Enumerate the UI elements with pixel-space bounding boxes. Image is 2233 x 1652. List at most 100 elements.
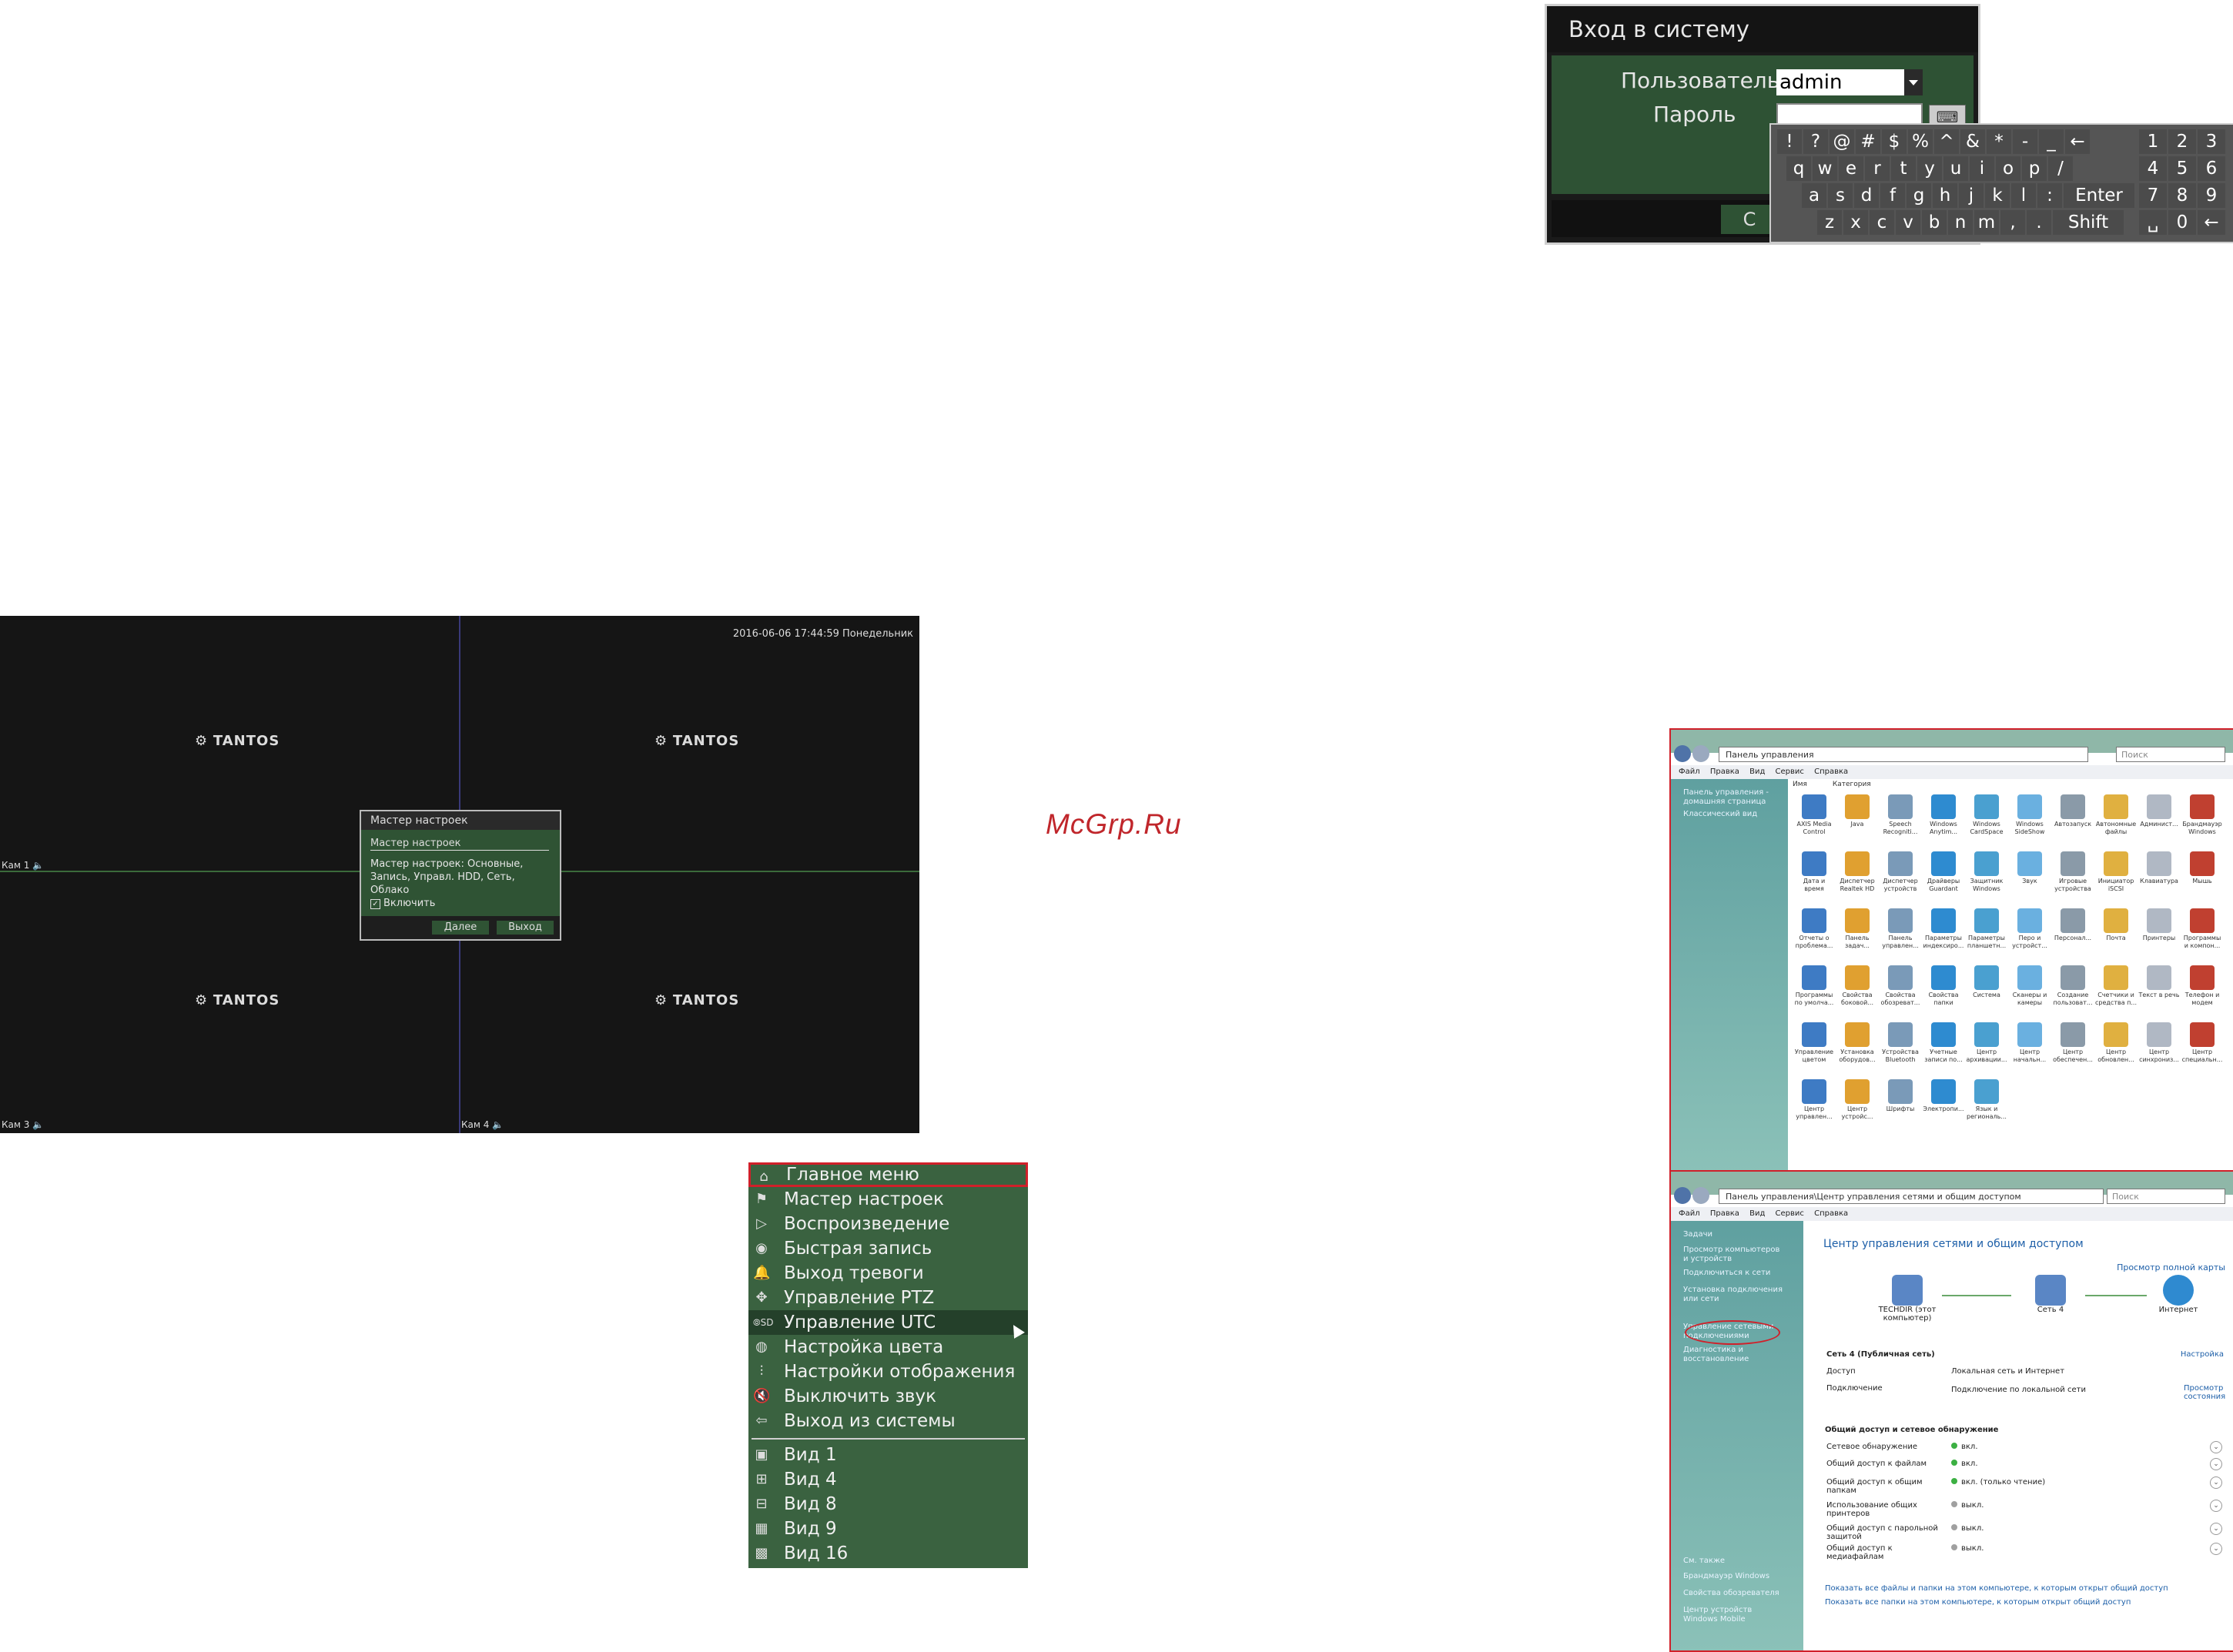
menu-item-utc[interactable]: ⦾SD Управление UTC — [748, 1310, 1028, 1335]
control-panel-item[interactable]: Персонал... — [2051, 908, 2094, 959]
control-panel-item[interactable]: Центр архивации... — [1965, 1022, 2008, 1073]
keyboard-key[interactable]: l — [2011, 183, 2036, 208]
sidebar-link[interactable]: Установка подключения или сети — [1683, 1286, 1783, 1304]
control-panel-item[interactable]: Шрифты — [1879, 1079, 1922, 1130]
keyboard-key[interactable]: # — [1856, 129, 1880, 154]
control-panel-item[interactable]: Брандмауэр Windows — [2181, 794, 2224, 845]
control-panel-item[interactable]: Windows CardSpace — [1965, 794, 2008, 845]
keyboard-key[interactable]: 5 — [2168, 156, 2196, 181]
control-panel-item[interactable]: Панель управлен... — [1879, 908, 1922, 959]
menu-item-view-4[interactable]: ⊞ Вид 4 — [748, 1467, 1028, 1492]
control-panel-item[interactable]: Звук — [2008, 851, 2051, 902]
control-panel-item[interactable]: Автономные файлы — [2094, 794, 2138, 845]
enable-checkbox[interactable]: ✓ Включить — [370, 898, 435, 909]
menu-item-setup-wizard[interactable]: ⚑ Мастер настроек — [748, 1187, 1028, 1212]
control-panel-item[interactable]: Свойства боковой... — [1836, 965, 1879, 1016]
menu-item-ptz[interactable]: ✥ Управление PTZ — [748, 1286, 1028, 1310]
keyboard-key[interactable]: 7 — [2139, 183, 2167, 208]
sidebar-link-classic-view[interactable]: Классический вид — [1683, 810, 1783, 819]
control-panel-item[interactable]: Телефон и модем — [2181, 965, 2224, 1016]
control-panel-item[interactable]: Система — [1965, 965, 2008, 1016]
menu-tools[interactable]: Сервис — [1776, 1209, 1804, 1218]
control-panel-item[interactable]: Учетные записи по... — [1922, 1022, 1965, 1073]
chevron-down-icon[interactable] — [1904, 69, 1923, 95]
address-bar[interactable]: Панель управления — [1719, 747, 2088, 762]
expand-chevron-icon[interactable]: ⌄ — [2210, 1500, 2222, 1512]
menu-item-view-8[interactable]: ⊟ Вид 8 — [748, 1492, 1028, 1517]
control-panel-item[interactable]: Диспетчер Realtek HD — [1836, 851, 1879, 902]
expand-chevron-icon[interactable]: ⌄ — [2210, 1476, 2222, 1489]
keyboard-key[interactable]: t — [1891, 156, 1916, 181]
control-panel-item[interactable]: Центр обеспечен... — [2051, 1022, 2094, 1073]
keyboard-key[interactable]: r — [1865, 156, 1890, 181]
control-panel-item[interactable]: Принтеры — [2138, 908, 2181, 959]
control-panel-item[interactable]: Параметры планшетн... — [1965, 908, 2008, 959]
menu-edit[interactable]: Правка — [1710, 767, 1739, 776]
menu-edit[interactable]: Правка — [1710, 1209, 1739, 1218]
control-panel-item[interactable]: AXIS Media Control — [1793, 794, 1836, 845]
sidebar-link[interactable]: Свойства обозревателя — [1683, 1589, 1783, 1598]
next-button[interactable]: Далее — [432, 921, 489, 935]
expand-chevron-icon[interactable]: ⌄ — [2210, 1543, 2222, 1555]
sidebar-link[interactable]: Просмотр компьютеров и устройств — [1683, 1246, 1783, 1264]
address-bar[interactable]: Панель управления\Центр управления сетям… — [1719, 1189, 2104, 1204]
back-arrow-icon[interactable] — [1674, 1187, 1691, 1204]
keyboard-key[interactable]: & — [1960, 129, 1985, 154]
keyboard-key[interactable]: 4 — [2139, 156, 2167, 181]
control-panel-item[interactable]: Сканеры и камеры — [2008, 965, 2051, 1016]
control-panel-item[interactable]: Текст в речь — [2138, 965, 2181, 1016]
keyboard-key[interactable]: w — [1813, 156, 1837, 181]
keyboard-key[interactable]: i — [1970, 156, 1994, 181]
keyboard-key[interactable]: _ — [2039, 129, 2064, 154]
keyboard-key[interactable]: Enter — [2064, 183, 2134, 208]
control-panel-item[interactable]: Программы по умолча... — [1793, 965, 1836, 1016]
menu-item-display[interactable]: ⫶ Настройки отображения — [748, 1359, 1028, 1384]
menu-item-mute[interactable]: 🔇 Выключить звук — [748, 1384, 1028, 1409]
keyboard-key[interactable]: 8 — [2168, 183, 2196, 208]
keyboard-key[interactable]: - — [2013, 129, 2037, 154]
keyboard-key[interactable]: ␣ — [2139, 210, 2167, 235]
control-panel-item[interactable]: Почта — [2094, 908, 2138, 959]
expand-chevron-icon[interactable]: ⌄ — [2210, 1458, 2222, 1470]
menu-item-logout[interactable]: ⇦ Выход из системы — [748, 1409, 1028, 1433]
sidebar-link-home[interactable]: Панель управления - домашняя страница — [1683, 788, 1783, 807]
menu-item-alarm-output[interactable]: 🔔 Выход тревоги — [748, 1261, 1028, 1286]
keyboard-key[interactable]: ? — [1803, 129, 1828, 154]
control-panel-item[interactable]: Центр устройс... — [1836, 1079, 1879, 1130]
control-panel-item[interactable]: Панель задач... — [1836, 908, 1879, 959]
keyboard-key[interactable]: x — [1843, 210, 1868, 235]
control-panel-item[interactable]: Диспетчер устройств — [1879, 851, 1922, 902]
menu-item-main-menu[interactable]: ⌂ Главное меню — [748, 1162, 1028, 1187]
expand-chevron-icon[interactable]: ⌄ — [2210, 1441, 2222, 1453]
keyboard-key[interactable]: ! — [1777, 129, 1802, 154]
control-panel-item[interactable]: Программы и компон... — [2181, 908, 2224, 959]
control-panel-item[interactable]: Перо и устройст... — [2008, 908, 2051, 959]
tab-name[interactable]: Имя — [1793, 781, 1807, 788]
keyboard-key[interactable]: ← — [2198, 210, 2225, 235]
control-panel-item[interactable]: Электропи... — [1922, 1079, 1965, 1130]
control-panel-item[interactable]: Язык и региональ... — [1965, 1079, 2008, 1130]
sidebar-link[interactable]: Центр устройств Windows Mobile — [1683, 1606, 1783, 1624]
keyboard-key[interactable]: @ — [1830, 129, 1854, 154]
menu-help[interactable]: Справка — [1814, 767, 1848, 776]
keyboard-key[interactable]: z — [1817, 210, 1842, 235]
keyboard-key[interactable]: g — [1907, 183, 1931, 208]
user-select[interactable]: admin — [1776, 69, 1923, 95]
keyboard-key[interactable]: 9 — [2198, 183, 2225, 208]
control-panel-item[interactable]: Установка оборудов... — [1836, 1022, 1879, 1073]
menu-item-quick-record[interactable]: ◉ Быстрая запись — [748, 1236, 1028, 1261]
menu-item-view-9[interactable]: ▦ Вид 9 — [748, 1517, 1028, 1541]
keyboard-key[interactable]: y — [1917, 156, 1942, 181]
full-map-link[interactable]: Просмотр полной карты — [2117, 1262, 2225, 1272]
control-panel-item[interactable]: Центр начальн... — [2008, 1022, 2051, 1073]
sidebar-link[interactable]: Диагностика и восстановление — [1683, 1346, 1783, 1364]
menu-tools[interactable]: Сервис — [1776, 767, 1804, 776]
keyboard-key[interactable]: / — [2048, 156, 2073, 181]
keyboard-key[interactable]: a — [1802, 183, 1826, 208]
keyboard-key[interactable]: s — [1828, 183, 1853, 208]
control-panel-item[interactable]: Счетчики и средства п... — [2094, 965, 2138, 1016]
keyboard-key[interactable]: v — [1896, 210, 1920, 235]
control-panel-item[interactable]: Инициатор iSCSI — [2094, 851, 2138, 902]
shared-folders-link[interactable]: Показать все папки на этом компьютере, к… — [1825, 1598, 2131, 1607]
menu-item-color[interactable]: ◍ Настройка цвета — [748, 1335, 1028, 1359]
